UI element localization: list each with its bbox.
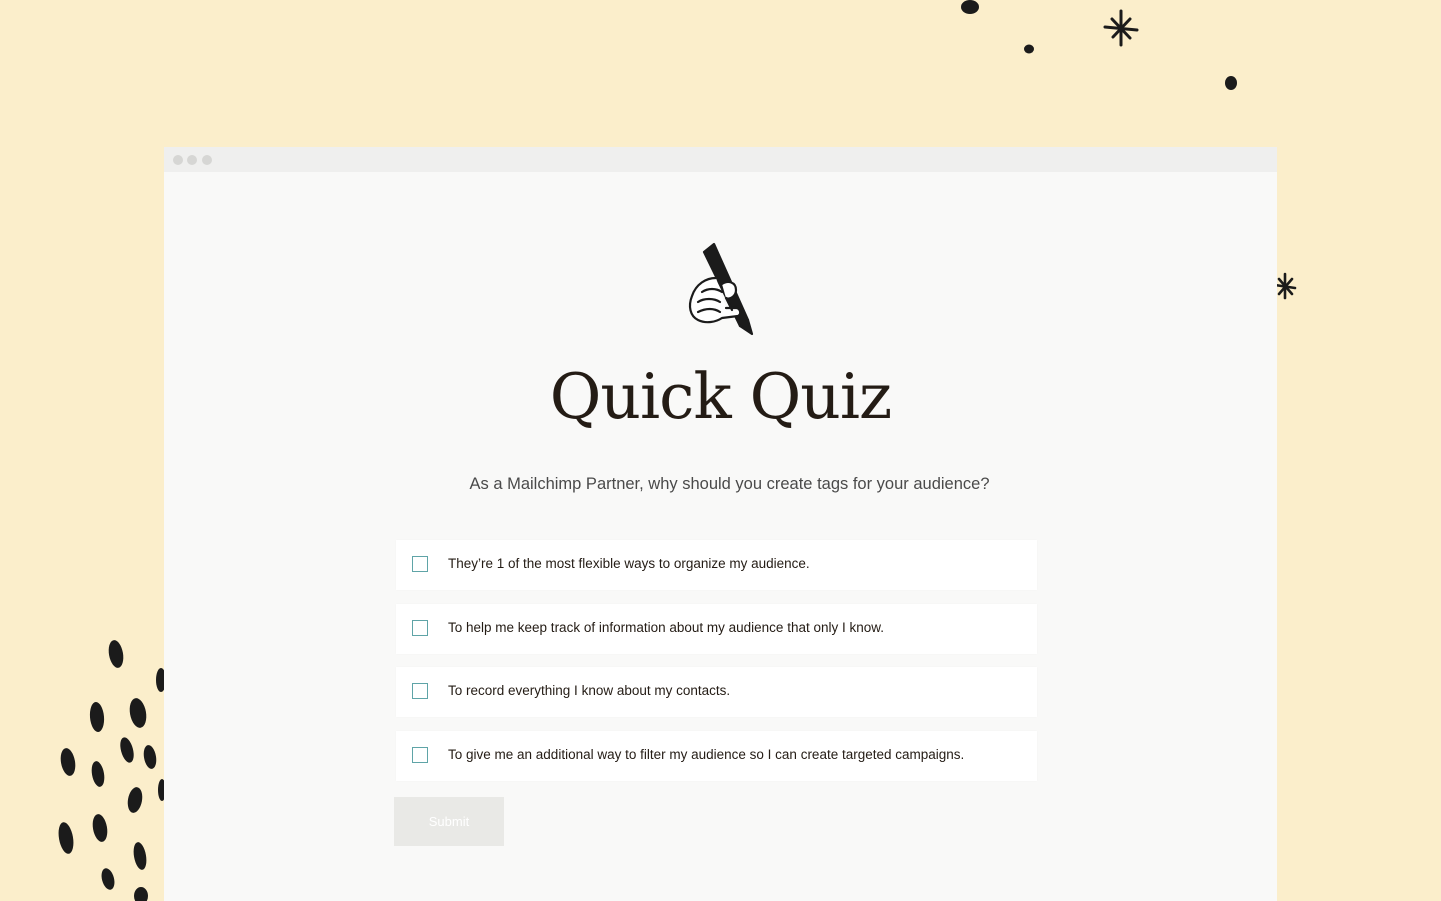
answer-option[interactable]: To help me keep track of information abo… <box>396 603 1037 654</box>
answer-checkbox[interactable] <box>412 619 428 636</box>
answer-checkbox[interactable] <box>412 556 428 572</box>
answer-option[interactable]: To give me an additional way to filter m… <box>396 731 1037 782</box>
answer-option[interactable]: They’re 1 of the most flexible ways to o… <box>396 540 1037 590</box>
answer-label: To give me an additional way to filter m… <box>448 747 965 763</box>
answer-label: To record everything I know about my con… <box>448 683 731 699</box>
browser-title-bar <box>164 147 1277 172</box>
answer-label: They’re 1 of the most flexible ways to o… <box>448 556 810 571</box>
answer-options: They’re 1 of the most flexible ways to o… <box>396 540 1037 795</box>
answer-checkbox[interactable] <box>412 747 428 764</box>
answer-label: To help me keep track of information abo… <box>448 619 884 635</box>
answer-checkbox[interactable] <box>412 683 428 700</box>
browser-window: Quick Quiz As a Mailchimp Partner, why s… <box>164 147 1277 901</box>
window-dot-icon <box>173 155 183 165</box>
quiz-question: As a Mailchimp Partner, why should you c… <box>469 475 990 493</box>
window-dot-icon <box>187 155 197 165</box>
submit-button[interactable]: Submit <box>394 797 504 846</box>
quiz-title: Quick Quiz <box>549 360 892 433</box>
hand-holding-pencil-icon <box>688 242 754 336</box>
answer-option[interactable]: To record everything I know about my con… <box>396 667 1037 718</box>
window-dot-icon <box>202 155 212 165</box>
